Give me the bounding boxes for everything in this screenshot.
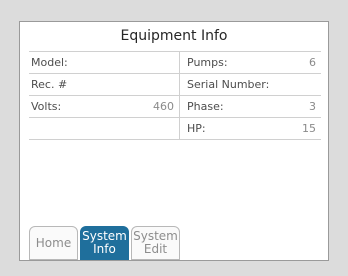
rec-value [174, 78, 177, 91]
volts-value: 460 [153, 100, 174, 113]
phase-cell: Phase: 3 [179, 95, 321, 118]
table-row: HP: 15 [29, 117, 321, 140]
model-cell: Model: [29, 51, 180, 74]
phase-value: 3 [309, 100, 316, 113]
volts-label: Volts: [31, 100, 62, 113]
serial-label: Serial Number: [187, 78, 270, 91]
tab-system-info-label-line2: Info [93, 242, 116, 256]
page-title: Equipment Info [120, 28, 228, 44]
tab-system-edit-label-line2: Edit [143, 242, 168, 256]
bottom-tab-bar: Home System Info System Edit [29, 226, 180, 260]
tab-home[interactable]: Home [29, 226, 78, 260]
serial-value [316, 78, 319, 91]
equipment-info-panel: Equipment Info Model: Pumps: 6 Rec. # Se… [19, 21, 329, 261]
model-label: Model: [31, 56, 68, 69]
tab-system-info[interactable]: System Info [80, 226, 129, 260]
table-row: Model: Pumps: 6 [29, 51, 321, 74]
serial-cell: Serial Number: [179, 73, 321, 96]
empty-cell [29, 117, 180, 140]
pumps-label: Pumps: [187, 56, 228, 69]
table-row: Rec. # Serial Number: [29, 73, 321, 96]
model-value [174, 56, 177, 69]
rec-cell: Rec. # [29, 73, 180, 96]
hp-cell: HP: 15 [179, 117, 321, 140]
tab-home-label: Home [35, 235, 72, 250]
pumps-value: 6 [309, 56, 316, 69]
pumps-cell: Pumps: 6 [179, 51, 321, 74]
hp-value: 15 [302, 122, 316, 135]
tab-system-edit[interactable]: System Edit [131, 226, 180, 260]
table-row: Volts: 460 Phase: 3 [29, 95, 321, 118]
volts-cell: Volts: 460 [29, 95, 180, 118]
hp-label: HP: [187, 122, 206, 135]
phase-label: Phase: [187, 100, 224, 113]
rec-label: Rec. # [31, 78, 68, 91]
equipment-info-table: Model: Pumps: 6 Rec. # Serial Number: Vo… [29, 51, 321, 140]
